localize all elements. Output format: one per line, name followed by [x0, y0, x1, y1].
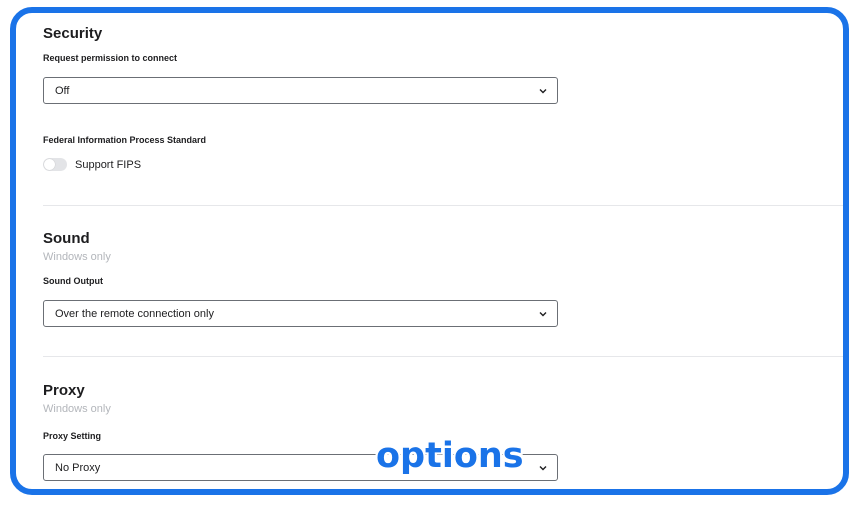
section-divider — [43, 356, 843, 357]
sound-output-value: Over the remote connection only — [55, 308, 214, 320]
fips-toggle-label: Support FIPS — [75, 158, 142, 171]
sound-output-label: Sound Output — [43, 276, 103, 286]
proxy-setting-label: Proxy Setting — [43, 431, 102, 441]
request-permission-select[interactable]: Off — [43, 77, 558, 104]
security-section: Security Request permission to connect O… — [43, 25, 823, 171]
section-divider — [43, 205, 843, 206]
sound-output-select[interactable]: Over the remote connection only — [43, 300, 558, 327]
proxy-title: Proxy — [43, 382, 85, 399]
proxy-setting-value: No Proxy — [55, 462, 101, 474]
sound-section: Sound Windows only Sound Output Over the… — [43, 230, 823, 327]
proxy-subtitle: Windows only — [43, 403, 111, 415]
settings-panel: Security Request permission to connect O… — [10, 7, 849, 495]
sound-title: Sound — [43, 230, 90, 247]
chevron-down-icon — [539, 89, 547, 94]
toggle-knob — [44, 159, 55, 170]
overlay-caption: options — [376, 436, 524, 476]
proxy-section: Proxy Windows only Proxy Setting No Prox… — [43, 382, 823, 481]
fips-label: Federal Information Process Standard — [43, 135, 207, 145]
request-permission-label: Request permission to connect — [43, 53, 178, 63]
chevron-down-icon — [539, 466, 547, 471]
chevron-down-icon — [539, 312, 547, 317]
sound-subtitle: Windows only — [43, 251, 111, 263]
settings-content: Security Request permission to connect O… — [16, 13, 843, 489]
request-permission-value: Off — [55, 85, 70, 97]
fips-toggle-row: Support FIPS — [43, 158, 141, 171]
fips-toggle[interactable] — [43, 158, 67, 171]
security-title: Security — [43, 25, 103, 42]
